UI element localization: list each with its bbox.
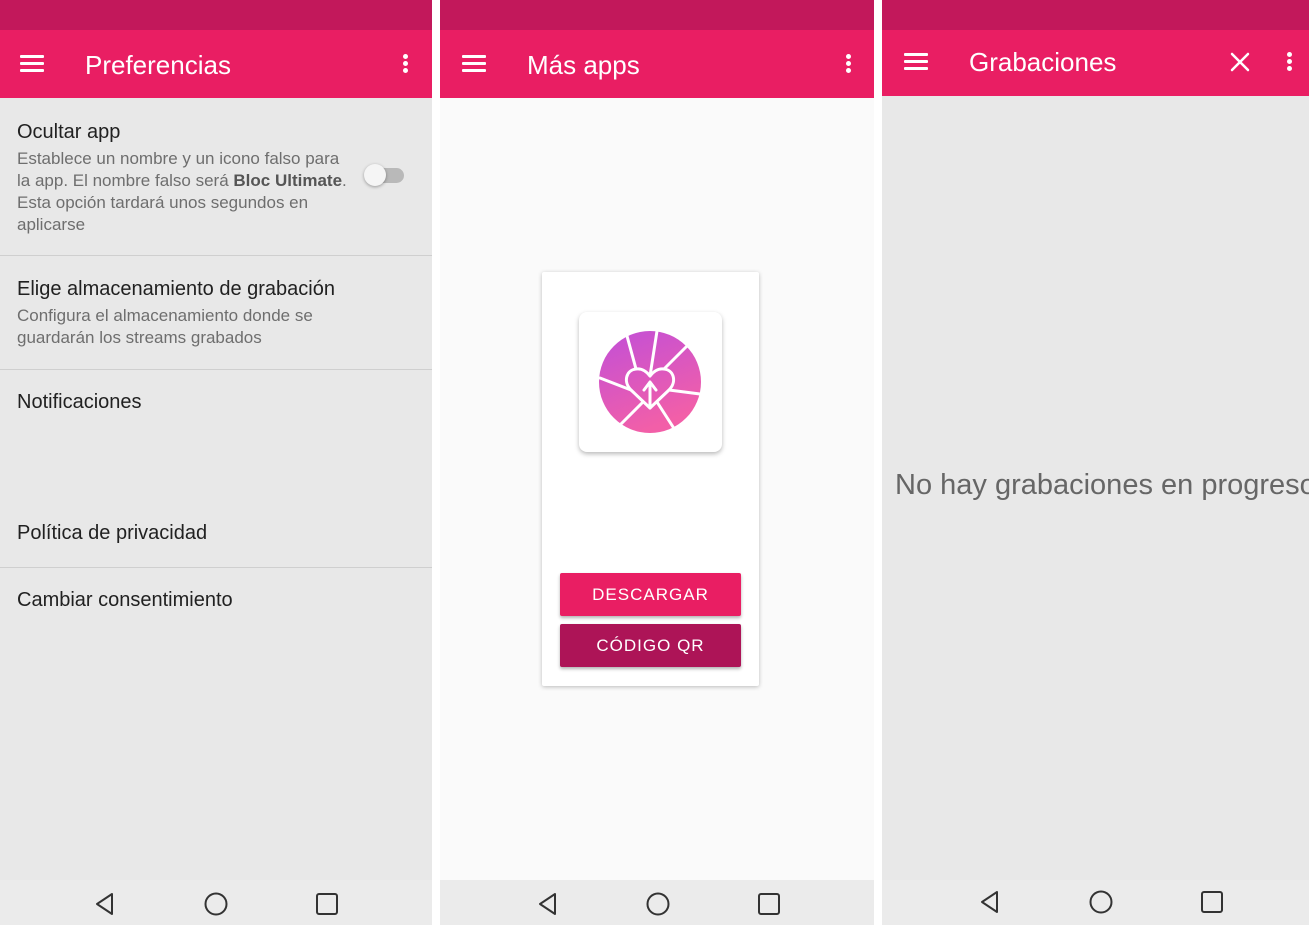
app-bar: Preferencias bbox=[0, 30, 432, 98]
home-icon[interactable] bbox=[1088, 889, 1114, 915]
more-options-icon[interactable] bbox=[845, 52, 851, 76]
app-bar: Grabaciones bbox=[882, 30, 1309, 96]
qr-code-button[interactable]: CÓDIGO QR bbox=[560, 624, 741, 667]
hide-app-toggle-thumb[interactable] bbox=[364, 164, 386, 186]
empty-state-message: No hay grabaciones en progreso bbox=[895, 469, 1309, 501]
app-logo[interactable] bbox=[579, 312, 722, 452]
pref-title: Cambiar consentimiento bbox=[17, 589, 233, 611]
pref-item-storage[interactable]: Elige almacenamiento de grabación Config… bbox=[0, 256, 432, 368]
navigation-bar bbox=[440, 880, 874, 925]
pref-item-privacy[interactable]: Política de privacidad bbox=[0, 498, 432, 566]
navigation-bar bbox=[0, 880, 432, 925]
home-icon[interactable] bbox=[645, 891, 671, 917]
recents-icon[interactable] bbox=[756, 891, 782, 917]
app-bar: Más apps bbox=[440, 30, 874, 98]
download-button[interactable]: DESCARGAR bbox=[560, 573, 741, 616]
navigation-bar bbox=[882, 880, 1309, 925]
status-bar bbox=[882, 0, 1309, 30]
menu-icon[interactable] bbox=[462, 54, 486, 74]
page-title: Grabaciones bbox=[969, 47, 1117, 77]
back-icon[interactable] bbox=[977, 889, 1003, 915]
back-icon[interactable] bbox=[92, 891, 118, 917]
pref-description: Establece un nombre y un icono falso par… bbox=[17, 149, 347, 234]
menu-icon[interactable] bbox=[904, 52, 928, 72]
pref-title: Notificaciones bbox=[17, 391, 142, 413]
recents-icon[interactable] bbox=[314, 891, 340, 917]
page-title: Más apps bbox=[527, 50, 640, 80]
page-title: Preferencias bbox=[85, 50, 231, 80]
menu-icon[interactable] bbox=[20, 54, 44, 74]
preferences-screen: Preferencias Ocultar app Establece un no… bbox=[0, 0, 432, 925]
more-options-icon[interactable] bbox=[1286, 50, 1292, 74]
pref-title: Ocultar app bbox=[17, 121, 121, 143]
pref-item-consent[interactable]: Cambiar consentimiento bbox=[0, 568, 432, 634]
status-bar bbox=[0, 0, 432, 30]
more-options-icon[interactable] bbox=[402, 52, 408, 76]
pref-item-notifications[interactable]: Notificaciones bbox=[0, 370, 432, 430]
home-icon[interactable] bbox=[203, 891, 229, 917]
close-icon[interactable] bbox=[1229, 51, 1251, 73]
more-apps-content: DESCARGAR CÓDIGO QR bbox=[440, 98, 874, 880]
heart-camera-shutter-icon bbox=[598, 329, 702, 433]
pref-title: Política de privacidad bbox=[17, 522, 208, 544]
preferences-list: Ocultar app Establece un nombre y un ico… bbox=[0, 98, 432, 880]
recordings-content: No hay grabaciones en progreso bbox=[882, 96, 1309, 880]
recordings-screen: Grabaciones No hay grabaciones en progre… bbox=[882, 0, 1309, 925]
pref-title: Elige almacenamiento de grabación bbox=[17, 278, 335, 300]
more-apps-screen: Más apps DESCARGAR CÓDIGO QR bbox=[440, 0, 874, 925]
back-icon[interactable] bbox=[535, 891, 561, 917]
app-card: DESCARGAR CÓDIGO QR bbox=[542, 272, 759, 686]
recents-icon[interactable] bbox=[1199, 889, 1225, 915]
status-bar bbox=[440, 0, 874, 30]
pref-description: Configura el almacenamiento donde se gua… bbox=[17, 306, 313, 347]
